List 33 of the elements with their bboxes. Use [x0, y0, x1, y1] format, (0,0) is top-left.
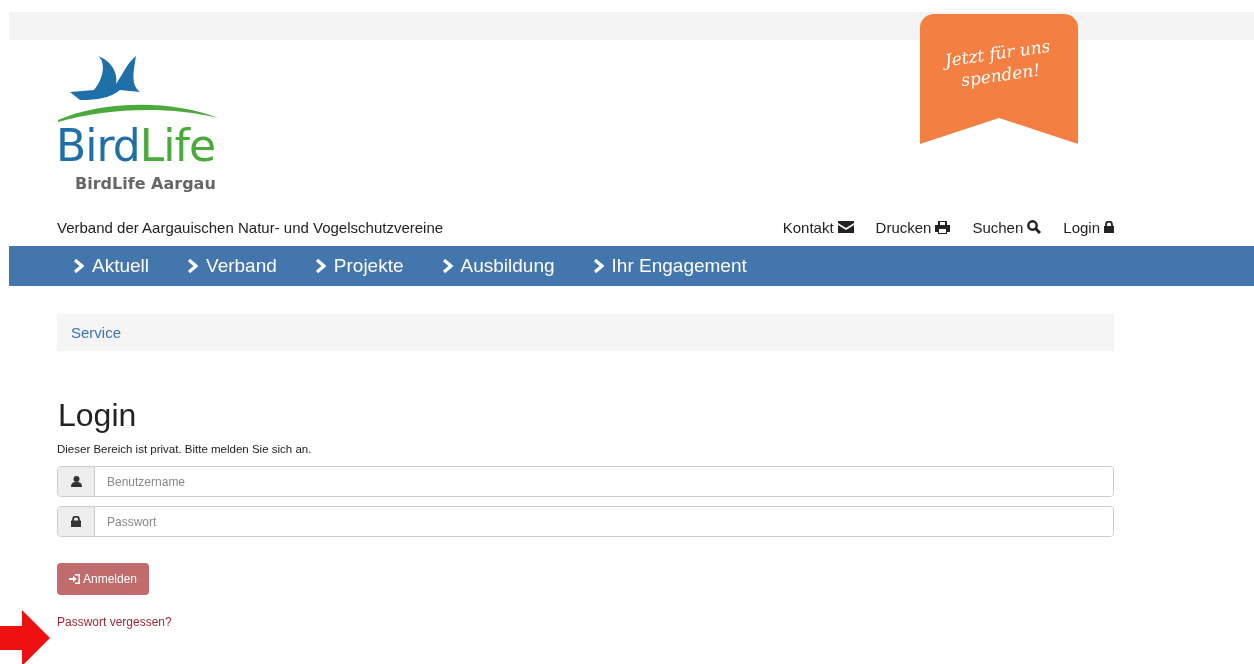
donate-ribbon[interactable]: Jetzt für uns spenden!	[920, 14, 1078, 144]
top-link[interactable]: Login	[1063, 218, 1114, 236]
tagline: Verband der Aargauischen Natur- und Vogelschutzvereine	[57, 218, 444, 236]
nav-item[interactable]: Ihr Engagement	[592, 255, 747, 277]
lock-icon	[71, 516, 81, 527]
top-link[interactable]: Kontakt	[782, 218, 854, 236]
chevron-right-icon	[441, 259, 453, 273]
nav-item[interactable]: Verband	[187, 255, 277, 277]
top-link[interactable]: Suchen	[972, 218, 1042, 236]
login-button[interactable]: Anmelden	[57, 563, 150, 595]
chevron-right-icon	[592, 259, 604, 273]
nav-item[interactable]: Projekte	[314, 255, 404, 277]
pointer-arrow-icon	[0, 610, 50, 664]
logo-subtitle: BirdLife Aargau	[75, 174, 217, 193]
logo-wordmark: BirdLife	[56, 124, 216, 168]
sign-in-icon	[69, 574, 80, 584]
breadcrumb-link[interactable]: Service	[71, 324, 122, 341]
envelope-icon	[837, 221, 854, 233]
input-field[interactable]: Passwort	[57, 506, 1114, 537]
nav-item[interactable]: Ausbildung	[441, 255, 555, 277]
search-icon	[1027, 220, 1042, 234]
nav-item[interactable]: Aktuell	[73, 255, 150, 277]
printer-icon	[935, 220, 951, 234]
chevron-right-icon	[73, 259, 84, 273]
user-icon	[70, 476, 82, 487]
chevron-right-icon	[314, 259, 326, 273]
top-link[interactable]: Drucken	[875, 218, 951, 236]
page-title: Login	[58, 397, 138, 433]
input-field[interactable]: Benutzername	[57, 466, 1114, 497]
forgot-password-link[interactable]: Passwort vergessen?	[57, 615, 172, 629]
lock-icon	[1104, 221, 1114, 233]
chevron-right-icon	[187, 259, 199, 273]
intro-text: Dieser Bereich ist privat. Bitte melden Sie sich an.	[57, 443, 313, 455]
